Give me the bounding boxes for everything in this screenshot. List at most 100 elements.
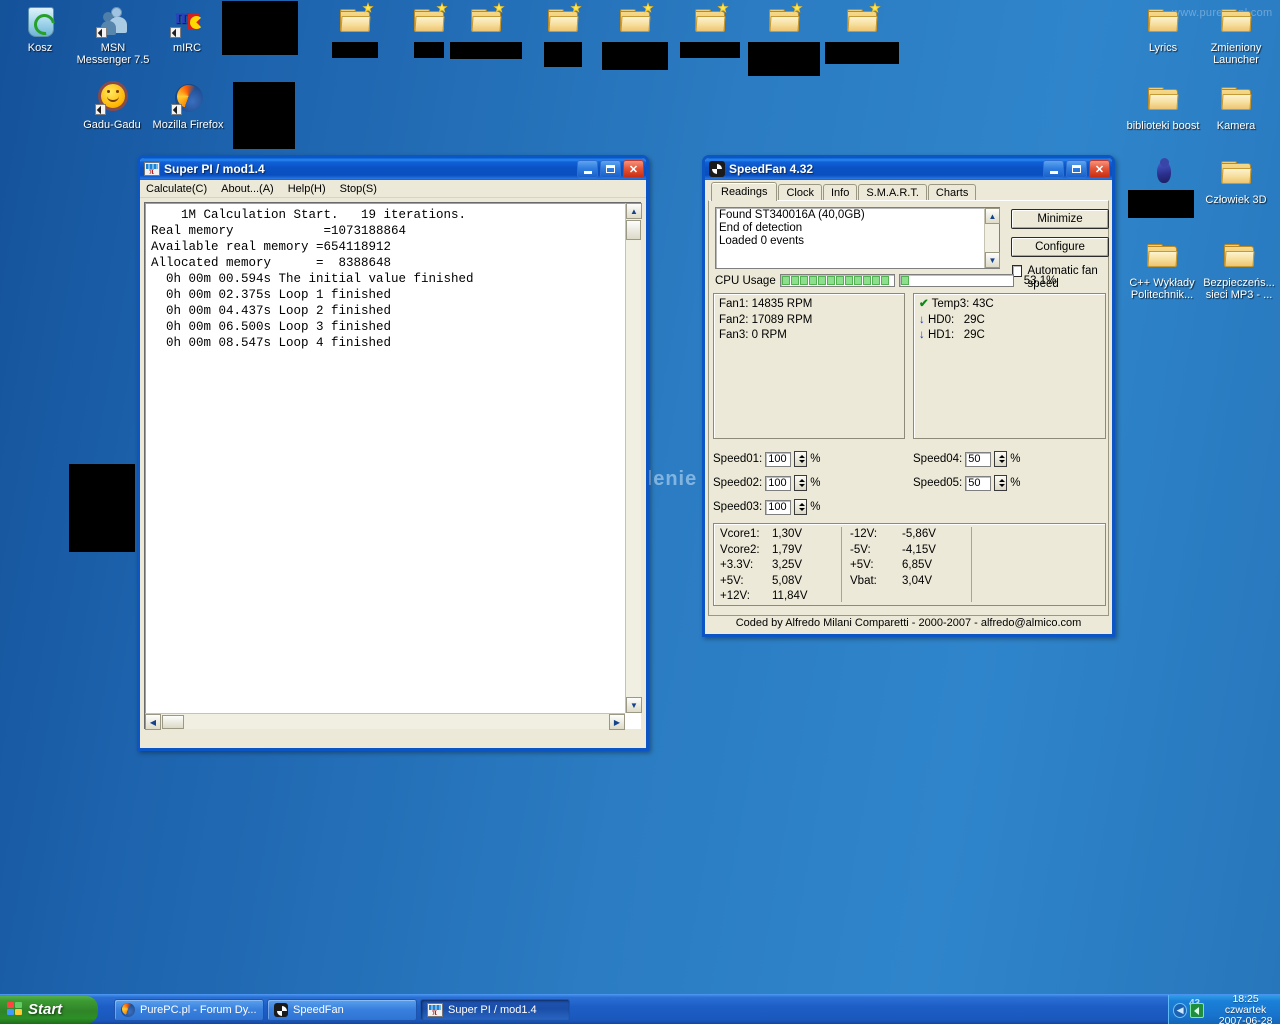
scroll-down-icon[interactable]: ▼ [626, 697, 642, 713]
speed05-input[interactable] [965, 475, 992, 491]
taskbar-item-speedfan[interactable]: SpeedFan [267, 998, 417, 1021]
voltage-row: Vcore1: 1,30V [720, 528, 803, 540]
speed02-spinner[interactable] [794, 475, 808, 491]
desktop-icon-mozilla-firefox[interactable]: Mozilla Firefox [148, 82, 228, 131]
desktop-folder-7[interactable] [747, 2, 821, 76]
desktop-folder-8[interactable] [825, 2, 899, 64]
speed04-input[interactable] [965, 451, 992, 467]
desktop-icon-bezpieczenstwo[interactable]: Bezpieczeńs... sieci MP3 - ... [1198, 240, 1280, 301]
speed03-spinner[interactable] [794, 499, 808, 515]
desktop-folder-1[interactable] [318, 2, 392, 58]
tab-info[interactable]: Info [823, 184, 858, 201]
detection-log-listbox[interactable]: Found ST340016A (40,0GB) End of detectio… [715, 207, 1000, 269]
speedfan-close-button[interactable]: ✕ [1089, 160, 1110, 178]
speed01-input[interactable] [765, 451, 792, 467]
superpi-window[interactable]: Super PI / mod1.4 ✕ Calculate(C) About..… [137, 155, 649, 751]
superpi-minimize-button[interactable] [577, 160, 598, 178]
volume-icon[interactable] [1190, 1002, 1205, 1018]
redacted-label [825, 42, 899, 64]
desktop-icon-kosz[interactable]: Kosz [3, 5, 77, 54]
desktop-icon-zmieniony-launcher[interactable]: Zmieniony Launcher [1199, 5, 1273, 66]
superpi-horizontal-scrollbar[interactable]: ◀ ▶ [145, 713, 625, 730]
speed01-spinner[interactable] [794, 451, 808, 467]
menu-about[interactable]: About...(A) [221, 183, 274, 195]
speed03-row[interactable]: Speed03: % [713, 499, 820, 515]
fans-panel: Fan1: 14835 RPM Fan2: 17089 RPM Fan3: 0 … [713, 293, 905, 439]
menu-calculate[interactable]: Calculate(C) [146, 183, 207, 195]
speedfan-titlebar[interactable]: SpeedFan 4.32 ✕ [705, 158, 1112, 180]
minimize-button[interactable]: Minimize [1011, 209, 1109, 229]
scroll-down-icon[interactable]: ▼ [985, 252, 1000, 268]
desktop-folder-5[interactable] [598, 2, 672, 70]
speedfan-window[interactable]: SpeedFan 4.32 ✕ Readings Clock Info S.M.… [702, 155, 1115, 637]
redacted-label [414, 42, 444, 58]
log-scrollbar[interactable]: ▲ ▼ [984, 208, 1000, 268]
speed02-row[interactable]: Speed02: % [713, 475, 820, 491]
taskbar-item-firefox[interactable]: PurePC.pl - Forum Dy... [114, 998, 264, 1021]
folder-shortcut-icon [845, 2, 881, 39]
cpu-usage-label: CPU Usage [715, 274, 776, 287]
speed03-input[interactable] [765, 499, 792, 515]
start-button[interactable]: Start [0, 995, 98, 1024]
taskbar-item-superpi[interactable]: Super PI / mod1.4 [420, 998, 570, 1021]
redacted-region [1128, 190, 1194, 218]
desktop-icon-kamera[interactable]: Kamera [1199, 83, 1273, 132]
speedfan-client-area: Readings Clock Info S.M.A.R.T. Charts Fo… [708, 182, 1109, 616]
desktop-icon-msn-messenger[interactable]: MSN Messenger 7.5 [75, 5, 151, 66]
tab-clock[interactable]: Clock [778, 184, 822, 201]
desktop-folder-3[interactable] [449, 2, 523, 59]
desktop-icon-cpp-wyklady[interactable]: C++ Wykłady Politechnik... [1122, 240, 1202, 301]
horizontal-scroll-thumb[interactable] [162, 715, 184, 729]
menu-help[interactable]: Help(H) [288, 183, 326, 195]
redacted-region [222, 1, 298, 55]
fan-row: Fan1: 14835 RPM [719, 298, 813, 310]
speed05-row[interactable]: Speed05: % [913, 475, 1020, 491]
superpi-titlebar[interactable]: Super PI / mod1.4 ✕ [140, 158, 646, 180]
superpi-output-area: 1M Calculation Start. 19 iterations. Rea… [144, 202, 642, 730]
temperatures-panel: ✔ Temp3: 43C ↓ HD0: 29C ↓ HD1: 29C [913, 293, 1106, 439]
configure-button[interactable]: Configure [1011, 237, 1109, 257]
voltage-row: +12V: 11,84V [720, 590, 808, 602]
tab-charts[interactable]: Charts [927, 184, 977, 201]
speed04-spinner[interactable] [994, 451, 1008, 467]
speed01-row[interactable]: Speed01: % [713, 451, 820, 467]
speed01-unit: % [810, 453, 821, 465]
resize-grip[interactable] [629, 731, 645, 747]
tab-smart[interactable]: S.M.A.R.T. [858, 184, 927, 201]
speed02-input[interactable] [765, 475, 792, 491]
start-button-label: Start [28, 1001, 63, 1018]
vertical-scroll-thumb[interactable] [626, 220, 641, 240]
desktop-icon-czlowiek-3d[interactable]: Człowiek 3D [1199, 157, 1273, 206]
redacted-region [69, 464, 135, 552]
desktop-icon-gadu-gadu[interactable]: Gadu-Gadu [75, 82, 149, 131]
superpi-close-button[interactable]: ✕ [623, 160, 644, 178]
taskbar-clock[interactable]: 18:25 czwartek 2007-06-28 [1211, 993, 1280, 1024]
speed02-unit: % [810, 477, 821, 489]
folder-shortcut-icon [412, 2, 448, 39]
superpi-vertical-scrollbar[interactable]: ▲ ▼ [625, 203, 642, 713]
superpi-menubar[interactable]: Calculate(C) About...(A) Help(H) Stop(S) [140, 180, 646, 198]
desktop-icon-penguin[interactable] [1126, 157, 1200, 194]
speed05-spinner[interactable] [994, 475, 1008, 491]
speedfan-tabstrip[interactable]: Readings Clock Info S.M.A.R.T. Charts [708, 182, 1109, 201]
desktop-folder-6[interactable] [673, 2, 747, 58]
system-tray: ◀ 43 18:25 czwartek 2007-06-28 [1168, 993, 1280, 1024]
chevron-left-icon[interactable]: ◀ [1173, 1002, 1188, 1018]
tab-readings[interactable]: Readings [711, 182, 778, 201]
log-line: Loaded 0 events [719, 235, 805, 247]
speedfan-maximize-button[interactable] [1066, 160, 1087, 178]
desktop-icon-biblioteki-boost[interactable]: biblioteki boost [1122, 83, 1204, 132]
desktop-icon-mirc[interactable]: m mIRC [150, 5, 224, 54]
speed04-row[interactable]: Speed04: % [913, 451, 1020, 467]
menu-stop[interactable]: Stop(S) [340, 183, 377, 195]
speedfan-minimize-button[interactable] [1043, 160, 1064, 178]
scroll-left-icon[interactable]: ◀ [145, 714, 161, 730]
scroll-right-icon[interactable]: ▶ [609, 714, 625, 730]
scroll-up-icon[interactable]: ▲ [985, 208, 1000, 224]
superpi-maximize-button[interactable] [600, 160, 621, 178]
desktop-icon-lyrics[interactable]: Lyrics [1126, 5, 1200, 54]
desktop-folder-4[interactable] [526, 2, 600, 67]
scroll-up-icon[interactable]: ▲ [626, 203, 642, 219]
voltage-row: Vcore2: 1,79V [720, 543, 803, 556]
superpi-title: Super PI / mod1.4 [164, 162, 265, 176]
